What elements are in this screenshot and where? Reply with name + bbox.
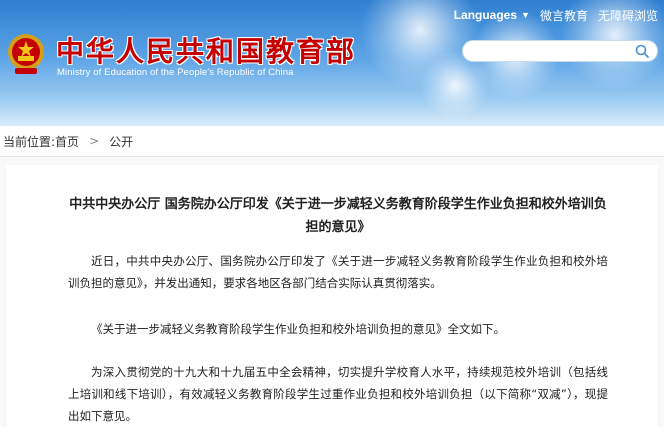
site-title[interactable]: 中华人民共和国教育部 (56, 30, 356, 70)
content-area: 中共中央办公厅 国务院办公厅印发《关于进一步减轻义务教育阶段学生作业负担和校外培… (0, 156, 664, 427)
search-box (462, 40, 658, 62)
caret-down-icon: ▼ (521, 10, 530, 20)
languages-label: Languages (453, 8, 518, 22)
search-icon[interactable] (635, 44, 649, 58)
breadcrumb-current-link[interactable]: 公开 (109, 133, 133, 150)
languages-dropdown[interactable]: Languages ▼ (454, 8, 530, 22)
breadcrumb-home-link[interactable]: 首页 (55, 133, 79, 150)
site-header: 中华人民共和国教育部 Ministry of Education of the … (0, 0, 664, 126)
breadcrumb-separator: > (89, 134, 100, 148)
article: 中共中央办公厅 国务院办公厅印发《关于进一步减轻义务教育阶段学生作业负担和校外培… (6, 165, 658, 427)
weiyan-link[interactable]: 微言教育 (540, 7, 588, 24)
site-subtitle: Ministry of Education of the People's Re… (57, 67, 294, 78)
article-paragraph: 为深入贯彻党的十九大和十九届五中全会精神，切实提升学校育人水平，持续规范校外培训… (68, 365, 608, 423)
article-paragraph: 近日，中共中央办公厅、国务院办公厅印发了《关于进一步减轻义务教育阶段学生作业负担… (68, 254, 608, 290)
search-input[interactable] (473, 43, 623, 59)
accessible-browse-link[interactable]: 无障碍浏览 (598, 7, 658, 24)
top-nav: Languages ▼ 微言教育 无障碍浏览 (454, 6, 658, 24)
national-emblem-icon[interactable] (6, 32, 46, 76)
article-title: 中共中央办公厅 国务院办公厅印发《关于进一步减轻义务教育阶段学生作业负担和校外培… (69, 197, 607, 235)
breadcrumb: 当前位置: 首页 > 公开 (0, 126, 664, 156)
breadcrumb-prefix: 当前位置: (3, 134, 56, 149)
article-paragraph: 《关于进一步减轻义务教育阶段学生作业负担和校外培训负担的意见》全文如下。 (91, 322, 505, 336)
